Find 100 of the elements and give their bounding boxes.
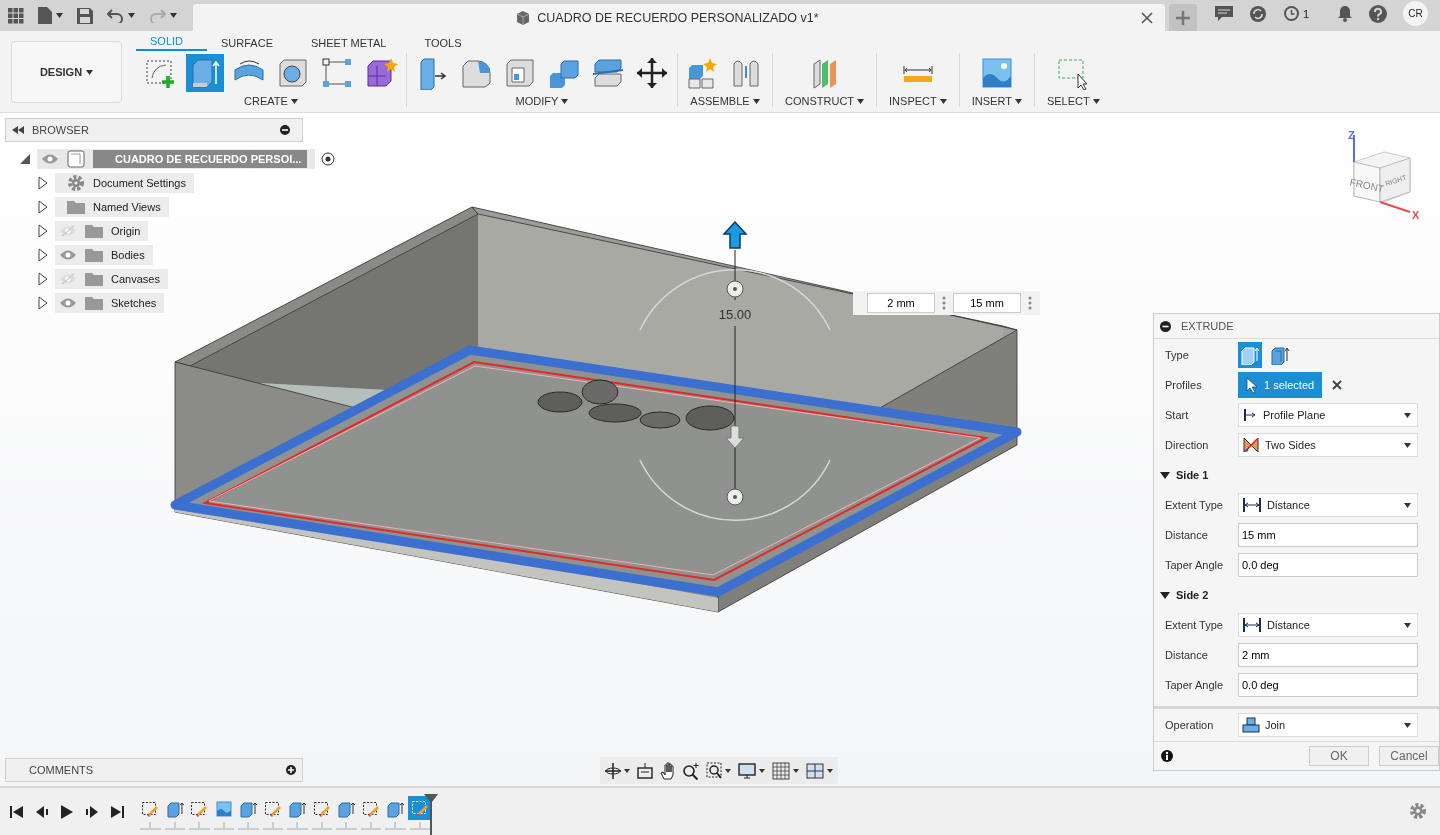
field-label: Extent Type <box>1165 499 1224 511</box>
collapsed-arrow-icon[interactable] <box>37 224 49 238</box>
skip-start-icon[interactable] <box>10 804 24 819</box>
collapsed-arrow-icon[interactable] <box>37 248 49 262</box>
more-dots-icon[interactable] <box>1028 296 1032 310</box>
caret-icon <box>1014 98 1022 104</box>
input-field[interactable]: 0.0 deg <box>1238 553 1418 577</box>
dropdown[interactable]: Two Sides <box>1238 433 1418 457</box>
browser-item[interactable]: Origin <box>111 225 141 237</box>
tool-group-menu[interactable]: SELECT <box>1040 93 1106 107</box>
tool-group-menu[interactable]: INSPECT <box>883 93 953 107</box>
orbit-icon[interactable] <box>604 761 630 780</box>
dialog-button[interactable]: Cancel <box>1379 746 1439 766</box>
eye-icon[interactable] <box>59 297 77 309</box>
redo-button[interactable] <box>149 8 177 23</box>
sketch-pencil-icon <box>361 799 380 818</box>
skip-end-icon[interactable] <box>110 804 124 819</box>
expanded-arrow-icon[interactable] <box>1160 470 1170 480</box>
picture-icon <box>979 56 1014 90</box>
viewports-icon[interactable] <box>806 761 834 780</box>
dropdown[interactable]: Profile Plane <box>1238 403 1418 427</box>
tool-group-menu[interactable]: INSERT <box>965 93 1028 107</box>
move-arrows-icon <box>635 56 669 90</box>
ribbon-tab[interactable]: TOOLS <box>410 37 486 51</box>
hand-icon[interactable] <box>660 761 676 780</box>
field-label: Distance <box>1165 529 1209 541</box>
more-dots-icon[interactable] <box>942 296 946 310</box>
active-target-icon[interactable] <box>321 152 336 166</box>
selection-button[interactable]: 1 selected <box>1238 372 1323 398</box>
zoom-icon[interactable] <box>682 761 700 780</box>
dimension-input[interactable]: 2 mm <box>867 293 935 313</box>
input-field[interactable]: 0.0 deg <box>1238 673 1418 697</box>
caret-icon <box>857 98 865 104</box>
tool-group-menu[interactable]: CREATE <box>238 93 304 107</box>
file-menu-button[interactable] <box>38 7 63 24</box>
collapsed-arrow-icon[interactable] <box>37 200 49 214</box>
undo-button[interactable] <box>107 8 135 23</box>
sync-icon[interactable] <box>1248 4 1267 23</box>
document-title: CUADRO DE RECUERDO PERSONALIZADO v1* <box>537 10 819 25</box>
section-heading[interactable]: Side 2 <box>1176 589 1209 601</box>
minus-circle-icon[interactable] <box>1160 320 1171 332</box>
look-at-icon[interactable] <box>636 762 654 779</box>
step-forward-icon[interactable] <box>85 804 99 819</box>
caret-icon <box>1092 98 1100 104</box>
clear-icon[interactable] <box>1332 380 1343 390</box>
timeline-marker[interactable] <box>424 793 438 835</box>
folder-icon <box>85 224 103 238</box>
eye-icon[interactable] <box>41 153 59 165</box>
dropdown[interactable]: Distance <box>1238 613 1418 637</box>
field-label: Profiles <box>1165 379 1203 391</box>
tool-group-menu[interactable]: CONSTRUCT <box>779 93 871 107</box>
extrude-manipulator-drawing[interactable] <box>639 220 831 522</box>
minus-circle-icon[interactable] <box>280 125 290 135</box>
save-icon[interactable] <box>77 7 93 24</box>
speech-bubble-icon[interactable] <box>1214 5 1233 22</box>
expanded-arrow-icon[interactable] <box>19 152 31 166</box>
zoom-window-icon[interactable] <box>706 761 732 780</box>
plane-start-icon <box>1242 407 1258 423</box>
eye-icon[interactable] <box>59 249 77 261</box>
field-label: Type <box>1165 349 1190 361</box>
ribbon-tab[interactable]: SHEET METAL <box>297 37 411 51</box>
info-icon[interactable] <box>1161 750 1173 762</box>
settings-icon[interactable] <box>1409 802 1427 820</box>
help-icon[interactable] <box>1369 4 1387 23</box>
job-status-button[interactable]: 1 <box>1282 5 1309 22</box>
collapse-arrows-icon[interactable] <box>12 126 24 134</box>
dimension-label: 15.00 <box>718 307 752 322</box>
picture-icon <box>215 800 232 817</box>
timeline-feature[interactable] <box>407 795 432 820</box>
dialog-button[interactable]: OK <box>1309 746 1369 766</box>
document-tab[interactable]: CUADRO DE RECUERDO PERSONALIZADO v1* <box>193 4 1165 31</box>
dropdown[interactable]: Join <box>1238 713 1418 737</box>
step-back-icon[interactable] <box>35 804 49 819</box>
section-heading[interactable]: Side 1 <box>1176 469 1209 481</box>
play-icon[interactable] <box>60 803 74 820</box>
add-circle-icon[interactable] <box>286 765 296 775</box>
caret-icon <box>1404 442 1411 448</box>
workspace-dropdown[interactable]: DESIGN <box>11 41 122 103</box>
input-field[interactable]: 15 mm <box>1238 523 1418 547</box>
grid-menu-icon[interactable] <box>8 7 24 24</box>
collapsed-arrow-icon[interactable] <box>37 176 49 190</box>
dropdown[interactable]: Distance <box>1238 493 1418 517</box>
tool-group-menu[interactable]: MODIFY <box>509 93 575 107</box>
bell-icon[interactable] <box>1337 5 1353 22</box>
collapsed-arrow-icon[interactable] <box>37 272 49 286</box>
dimension-input[interactable]: 15 mm <box>953 293 1021 313</box>
type-option-button[interactable] <box>1238 342 1262 368</box>
grid-icon[interactable] <box>772 761 800 780</box>
browser-item[interactable]: CUADRO DE RECUERDO PERSOI... <box>93 150 308 168</box>
tool-group-menu[interactable]: ASSEMBLE <box>684 93 766 107</box>
display-icon[interactable] <box>738 761 766 780</box>
expanded-arrow-icon[interactable] <box>1160 590 1170 600</box>
ribbon-tab[interactable]: SURFACE <box>207 37 297 51</box>
collapsed-arrow-icon[interactable] <box>37 296 49 310</box>
plus-icon <box>1175 10 1190 25</box>
close-icon[interactable] <box>1140 11 1153 24</box>
caret-icon <box>86 69 94 75</box>
new-tab-button[interactable] <box>1168 4 1197 31</box>
input-field[interactable]: 2 mm <box>1238 643 1418 667</box>
user-avatar[interactable]: CR <box>1403 1 1428 26</box>
